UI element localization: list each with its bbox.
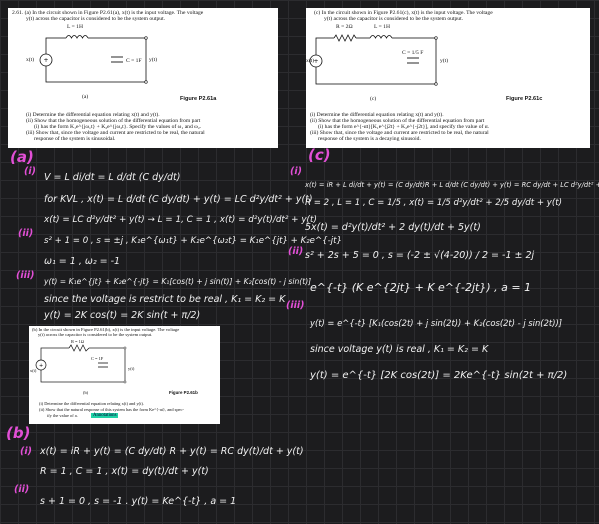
circuit-b-cap-label: C = 1F bbox=[91, 356, 104, 361]
circuit-a-diagram: + bbox=[39, 35, 148, 84]
circuit-c-inductor-label: L = 1H bbox=[374, 24, 390, 30]
problem-a-card: 2.61. (a) In the circuit shown in Figure… bbox=[8, 8, 278, 148]
notes-c-line-2: R = 2 , L = 1 , C = 1/5 , x(t) = 1/5 d²y… bbox=[305, 198, 562, 208]
circuit-a-inductor-label: L = 1H bbox=[67, 24, 83, 30]
circuit-b-output-label: y(t) bbox=[128, 366, 135, 371]
notes-a-line-5: ω₁ = 1 , ω₂ = -1 bbox=[44, 256, 121, 267]
notes-b-label: (b) bbox=[6, 424, 31, 442]
figure-a-caption: Figure P2.61a bbox=[180, 96, 217, 102]
figure-c-caption: Figure P2.61c bbox=[506, 96, 543, 102]
circuit-b-resistor-label: R = 1Ω bbox=[71, 339, 85, 344]
notes-a-line-7: since the voltage is restrict to be real… bbox=[44, 294, 286, 305]
figure-b-caption: Figure P2.61b bbox=[169, 390, 198, 395]
notes-c-line-8: y(t) = e^{-t} [2K cos(2t)] = 2Ke^{-t} si… bbox=[310, 370, 568, 381]
circuit-b-sub-label: (b) bbox=[83, 390, 89, 395]
notes-c-line-7: since voltage y(t) is real , K₁ = K₂ = K bbox=[310, 344, 489, 355]
notes-a-line-1: V = L di/dt = L d/dt (C dy/dt) bbox=[44, 172, 181, 183]
circuit-a-output-label: y(t) bbox=[149, 57, 158, 63]
notes-c-label: (c) bbox=[308, 146, 331, 164]
problem-a-q3b: response of the system is sinusoidal. bbox=[34, 136, 116, 142]
svg-text:+: + bbox=[39, 363, 43, 369]
notes-b-part-i: (i) bbox=[20, 446, 32, 457]
problem-a-header-2: y(t) across the capacitor is considered … bbox=[26, 16, 166, 22]
circuit-b-diagram: + bbox=[35, 344, 127, 384]
notes-c-line-3: 5x(t) = d²y(t)/dt² + 2 dy(t)/dt + 5y(t) bbox=[305, 222, 481, 233]
circuit-a-sub-label: (a) bbox=[82, 94, 89, 100]
annotations-highlight[interactable]: Annotations bbox=[91, 413, 119, 418]
circuit-c-cap-label: C = 1/5 F bbox=[402, 50, 424, 56]
notes-c-part-i: (i) bbox=[290, 166, 302, 177]
circuit-c-sub-label: (c) bbox=[370, 96, 377, 102]
circuit-c-diagram: + bbox=[309, 34, 438, 86]
circuit-b-source-label: x(t) bbox=[30, 368, 37, 373]
circuit-a-source-label: x(t) bbox=[26, 57, 35, 63]
notes-c-part-iii: (iii) bbox=[286, 300, 305, 311]
problem-c-q3b: response of the system is a decaying sin… bbox=[318, 136, 421, 142]
svg-text:+: + bbox=[44, 57, 49, 64]
problem-b-header-2: y(t) across the capacitor is considered … bbox=[38, 332, 153, 337]
problem-c-header-2: y(t) across the capacitor is considered … bbox=[324, 16, 464, 22]
notes-c-line-4: s² + 2s + 5 = 0 , s = (-2 ± √(4-20)) / 2… bbox=[305, 250, 535, 261]
circuit-c-source-label: x(t) bbox=[306, 58, 315, 64]
notes-b-line-1: x(t) = iR + y(t) = (C dy/dt) R + y(t) = … bbox=[40, 446, 304, 457]
circuit-c-resistor-label: R = 2Ω bbox=[336, 24, 353, 30]
notes-a-label: (a) bbox=[10, 148, 34, 166]
circuit-c-output-label: y(t) bbox=[440, 58, 449, 64]
notes-a-line-2: for KVL , x(t) = L d/dt (C dy/dt) + y(t)… bbox=[44, 194, 313, 205]
notes-c-line-5: e^{-t} (K e^{2jt} + K e^{-2jt}) , a = 1 bbox=[310, 281, 532, 294]
problem-c-card: (c) In the circuit shown in Figure P2.61… bbox=[306, 8, 590, 148]
notes-c-part-ii: (ii) bbox=[288, 246, 304, 257]
circuit-a-cap-label: C = 1F bbox=[126, 58, 142, 64]
notes-a-line-6: y(t) = K₁e^{jt} + K₂e^{-jt} = K₁[cos(t) … bbox=[44, 277, 312, 286]
notes-a-part-ii: (ii) bbox=[18, 228, 34, 239]
notes-c-line-6: y(t) = e^{-t} [K₁(cos(2t) + j sin(2t)) +… bbox=[310, 318, 562, 328]
notes-b-line-3: s + 1 = 0 , s = -1 . y(t) = Ke^{-t} , a … bbox=[40, 496, 237, 507]
notes-c-line-1: x(t) = iR + L di/dt + y(t) = (C dy/dt)R … bbox=[305, 181, 599, 189]
notes-b-line-2: R = 1 , C = 1 , x(t) = dy(t)/dt + y(t) bbox=[40, 466, 209, 477]
problem-b-q2b: ify the value of a. bbox=[47, 413, 78, 418]
notes-a-line-8: y(t) = 2K cos(t) = 2K sin(t + π/2) bbox=[44, 310, 201, 321]
problem-b-card: (b) In the circuit shown in Figure P2.61… bbox=[29, 326, 220, 424]
notes-a-line-3: x(t) = LC d²y/dt² + y(t) → L = 1, C = 1 … bbox=[44, 215, 317, 225]
svg-text:+: + bbox=[314, 58, 319, 65]
notes-a-part-i: (i) bbox=[24, 166, 36, 177]
notes-a-part-iii: (iii) bbox=[16, 270, 35, 281]
notes-b-part-ii: (ii) bbox=[14, 484, 30, 495]
